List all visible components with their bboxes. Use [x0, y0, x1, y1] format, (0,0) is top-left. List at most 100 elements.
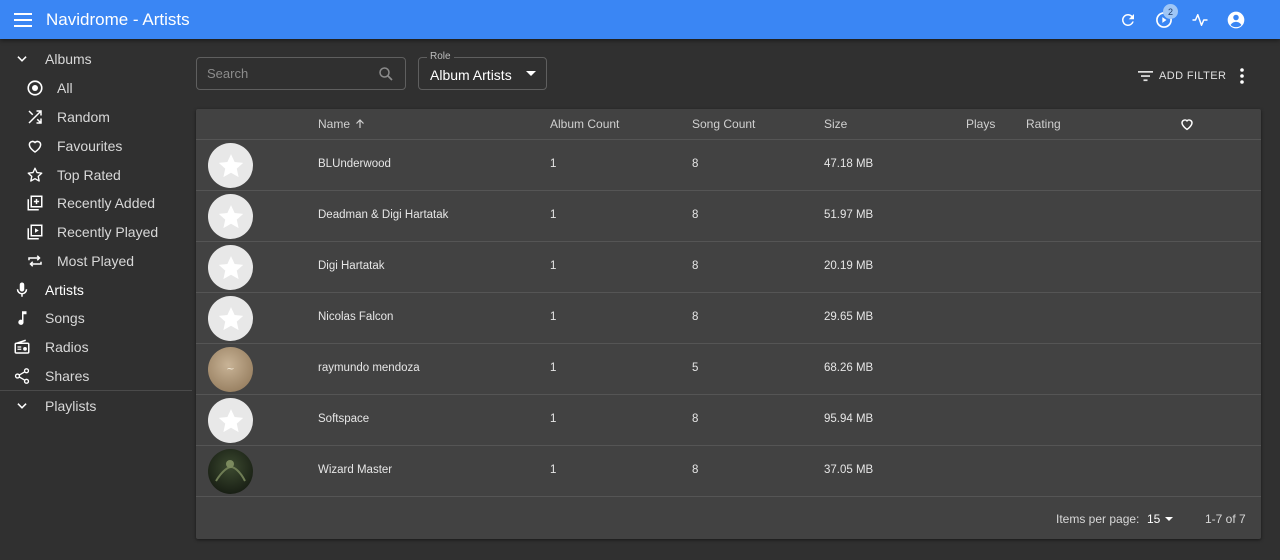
column-header-name[interactable]: Name	[318, 117, 366, 131]
sidebar-item-recently-played[interactable]: Recently Played	[0, 218, 192, 246]
column-header-size[interactable]: Size	[824, 117, 847, 131]
column-header-plays[interactable]: Plays	[966, 117, 995, 131]
size: 47.18 MB	[824, 158, 874, 170]
sidebar-item-all[interactable]: All	[0, 74, 192, 102]
artist-name: raymundo mendoza	[318, 362, 420, 374]
add-filter-button[interactable]: ADD FILTER	[1138, 66, 1226, 86]
mic-icon	[16, 282, 28, 297]
column-header-favourite	[1179, 116, 1195, 132]
menu-icon	[14, 12, 32, 27]
app-bar: Navidrome - Artists 2	[0, 0, 1280, 39]
artist-avatar	[208, 398, 253, 443]
table-row[interactable]: Deadman & Digi Hartatak 1 8 51.97 MB	[196, 191, 1261, 242]
share-icon	[14, 368, 30, 384]
size: 51.97 MB	[824, 209, 874, 221]
activity-button[interactable]	[1182, 0, 1218, 39]
search-input[interactable]	[197, 58, 367, 89]
play-queue-button[interactable]: 2	[1146, 0, 1182, 39]
sidebar-item-label: Recently Played	[57, 224, 159, 240]
role-select[interactable]: Role Album Artists	[418, 51, 547, 90]
artist-image: ~	[226, 364, 235, 375]
page-title: Navidrome - Artists	[46, 9, 190, 29]
menu-button[interactable]	[0, 0, 46, 39]
star-icon	[27, 167, 43, 182]
size: 68.26 MB	[824, 362, 874, 374]
video-library-icon	[27, 224, 43, 240]
library-add-icon	[27, 195, 43, 211]
sidebar-item-radios[interactable]: Radios	[0, 333, 192, 361]
items-per-page-label: Items per page:	[1056, 512, 1140, 526]
column-header-album-count[interactable]: Album Count	[550, 117, 619, 131]
sidebar-item-label: Top Rated	[57, 167, 121, 183]
more-options-button[interactable]	[1232, 66, 1252, 86]
sidebar-item-songs[interactable]: Songs	[0, 304, 192, 332]
all-icon	[27, 80, 43, 96]
chevron-down-icon	[17, 403, 27, 409]
table-pagination: Items per page: 15 1-7 of 7	[196, 498, 1261, 539]
album-count: 1	[550, 464, 557, 476]
song-count: 8	[692, 311, 699, 323]
sidebar-section-albums[interactable]: Albums	[0, 45, 192, 73]
table-row[interactable]: Wizard Master 1 8 37.05 MB	[196, 446, 1261, 497]
artist-avatar-image: ~	[208, 347, 253, 392]
size: 37.05 MB	[824, 464, 874, 476]
sidebar-item-label: Random	[57, 109, 110, 125]
table-row[interactable]: BLUnderwood 1 8 47.18 MB	[196, 140, 1261, 191]
sidebar-section-playlists[interactable]: Playlists	[0, 392, 192, 420]
song-count: 5	[692, 362, 699, 374]
heart-icon	[28, 140, 42, 153]
caret-down-icon	[526, 71, 536, 76]
album-count: 1	[550, 362, 557, 374]
table-row[interactable]: Nicolas Falcon 1 8 29.65 MB	[196, 293, 1261, 344]
sidebar-item-label: Most Played	[57, 253, 135, 269]
sidebar: Albums All Random Favourites Top Rated R…	[0, 39, 192, 560]
sidebar-item-artists[interactable]: Artists	[0, 276, 192, 304]
album-count: 1	[550, 260, 557, 272]
star-icon	[218, 153, 243, 177]
sidebar-item-favourites[interactable]: Favourites	[0, 132, 192, 160]
size: 95.94 MB	[824, 413, 874, 425]
table-row[interactable]: Softspace 1 8 95.94 MB	[196, 395, 1261, 446]
sidebar-item-top-rated[interactable]: Top Rated	[0, 161, 192, 189]
album-count: 1	[550, 311, 557, 323]
artist-avatar	[208, 194, 253, 239]
radio-icon	[14, 339, 30, 354]
artist-name: Nicolas Falcon	[318, 311, 394, 323]
sidebar-item-label: Songs	[45, 310, 85, 326]
artist-name: Digi Hartatak	[318, 260, 385, 272]
heart-icon	[1181, 119, 1193, 131]
sidebar-item-label: Shares	[45, 368, 90, 384]
shuffle-icon	[28, 110, 42, 124]
artist-avatar-image	[208, 449, 253, 494]
sidebar-divider	[0, 390, 192, 391]
sidebar-item-random[interactable]: Random	[0, 103, 192, 131]
sidebar-item-label: Radios	[45, 339, 89, 355]
size: 20.19 MB	[824, 260, 874, 272]
sidebar-item-recently-added[interactable]: Recently Added	[0, 189, 192, 217]
artist-name: BLUnderwood	[318, 158, 391, 170]
artists-table: Name Album Count Song Count Size Plays R…	[196, 109, 1261, 539]
column-header-rating[interactable]: Rating	[1026, 117, 1061, 131]
role-select-label: Role	[427, 51, 454, 62]
star-icon	[218, 255, 243, 279]
sidebar-item-most-played[interactable]: Most Played	[0, 247, 192, 275]
song-count: 8	[692, 260, 699, 272]
sidebar-section-label: Playlists	[45, 398, 97, 414]
sidebar-section-label: Albums	[45, 51, 92, 67]
items-per-page-select[interactable]: 15	[1147, 512, 1160, 526]
add-filter-label: ADD FILTER	[1159, 70, 1227, 82]
queue-badge: 2	[1163, 4, 1178, 19]
size: 29.65 MB	[824, 311, 874, 323]
account-button[interactable]	[1218, 0, 1254, 39]
table-row[interactable]: ~ raymundo mendoza 1 5 68.26 MB	[196, 344, 1261, 395]
column-header-song-count[interactable]: Song Count	[692, 117, 755, 131]
song-count: 8	[692, 158, 699, 170]
sidebar-item-label: All	[57, 80, 73, 96]
table-row[interactable]: Digi Hartatak 1 8 20.19 MB	[196, 242, 1261, 293]
repeat-icon	[28, 255, 42, 267]
activity-icon	[1192, 13, 1208, 26]
refresh-button[interactable]	[1110, 0, 1146, 39]
caret-down-icon[interactable]	[1165, 517, 1173, 521]
song-count: 8	[692, 413, 699, 425]
sidebar-item-shares[interactable]: Shares	[0, 362, 192, 390]
